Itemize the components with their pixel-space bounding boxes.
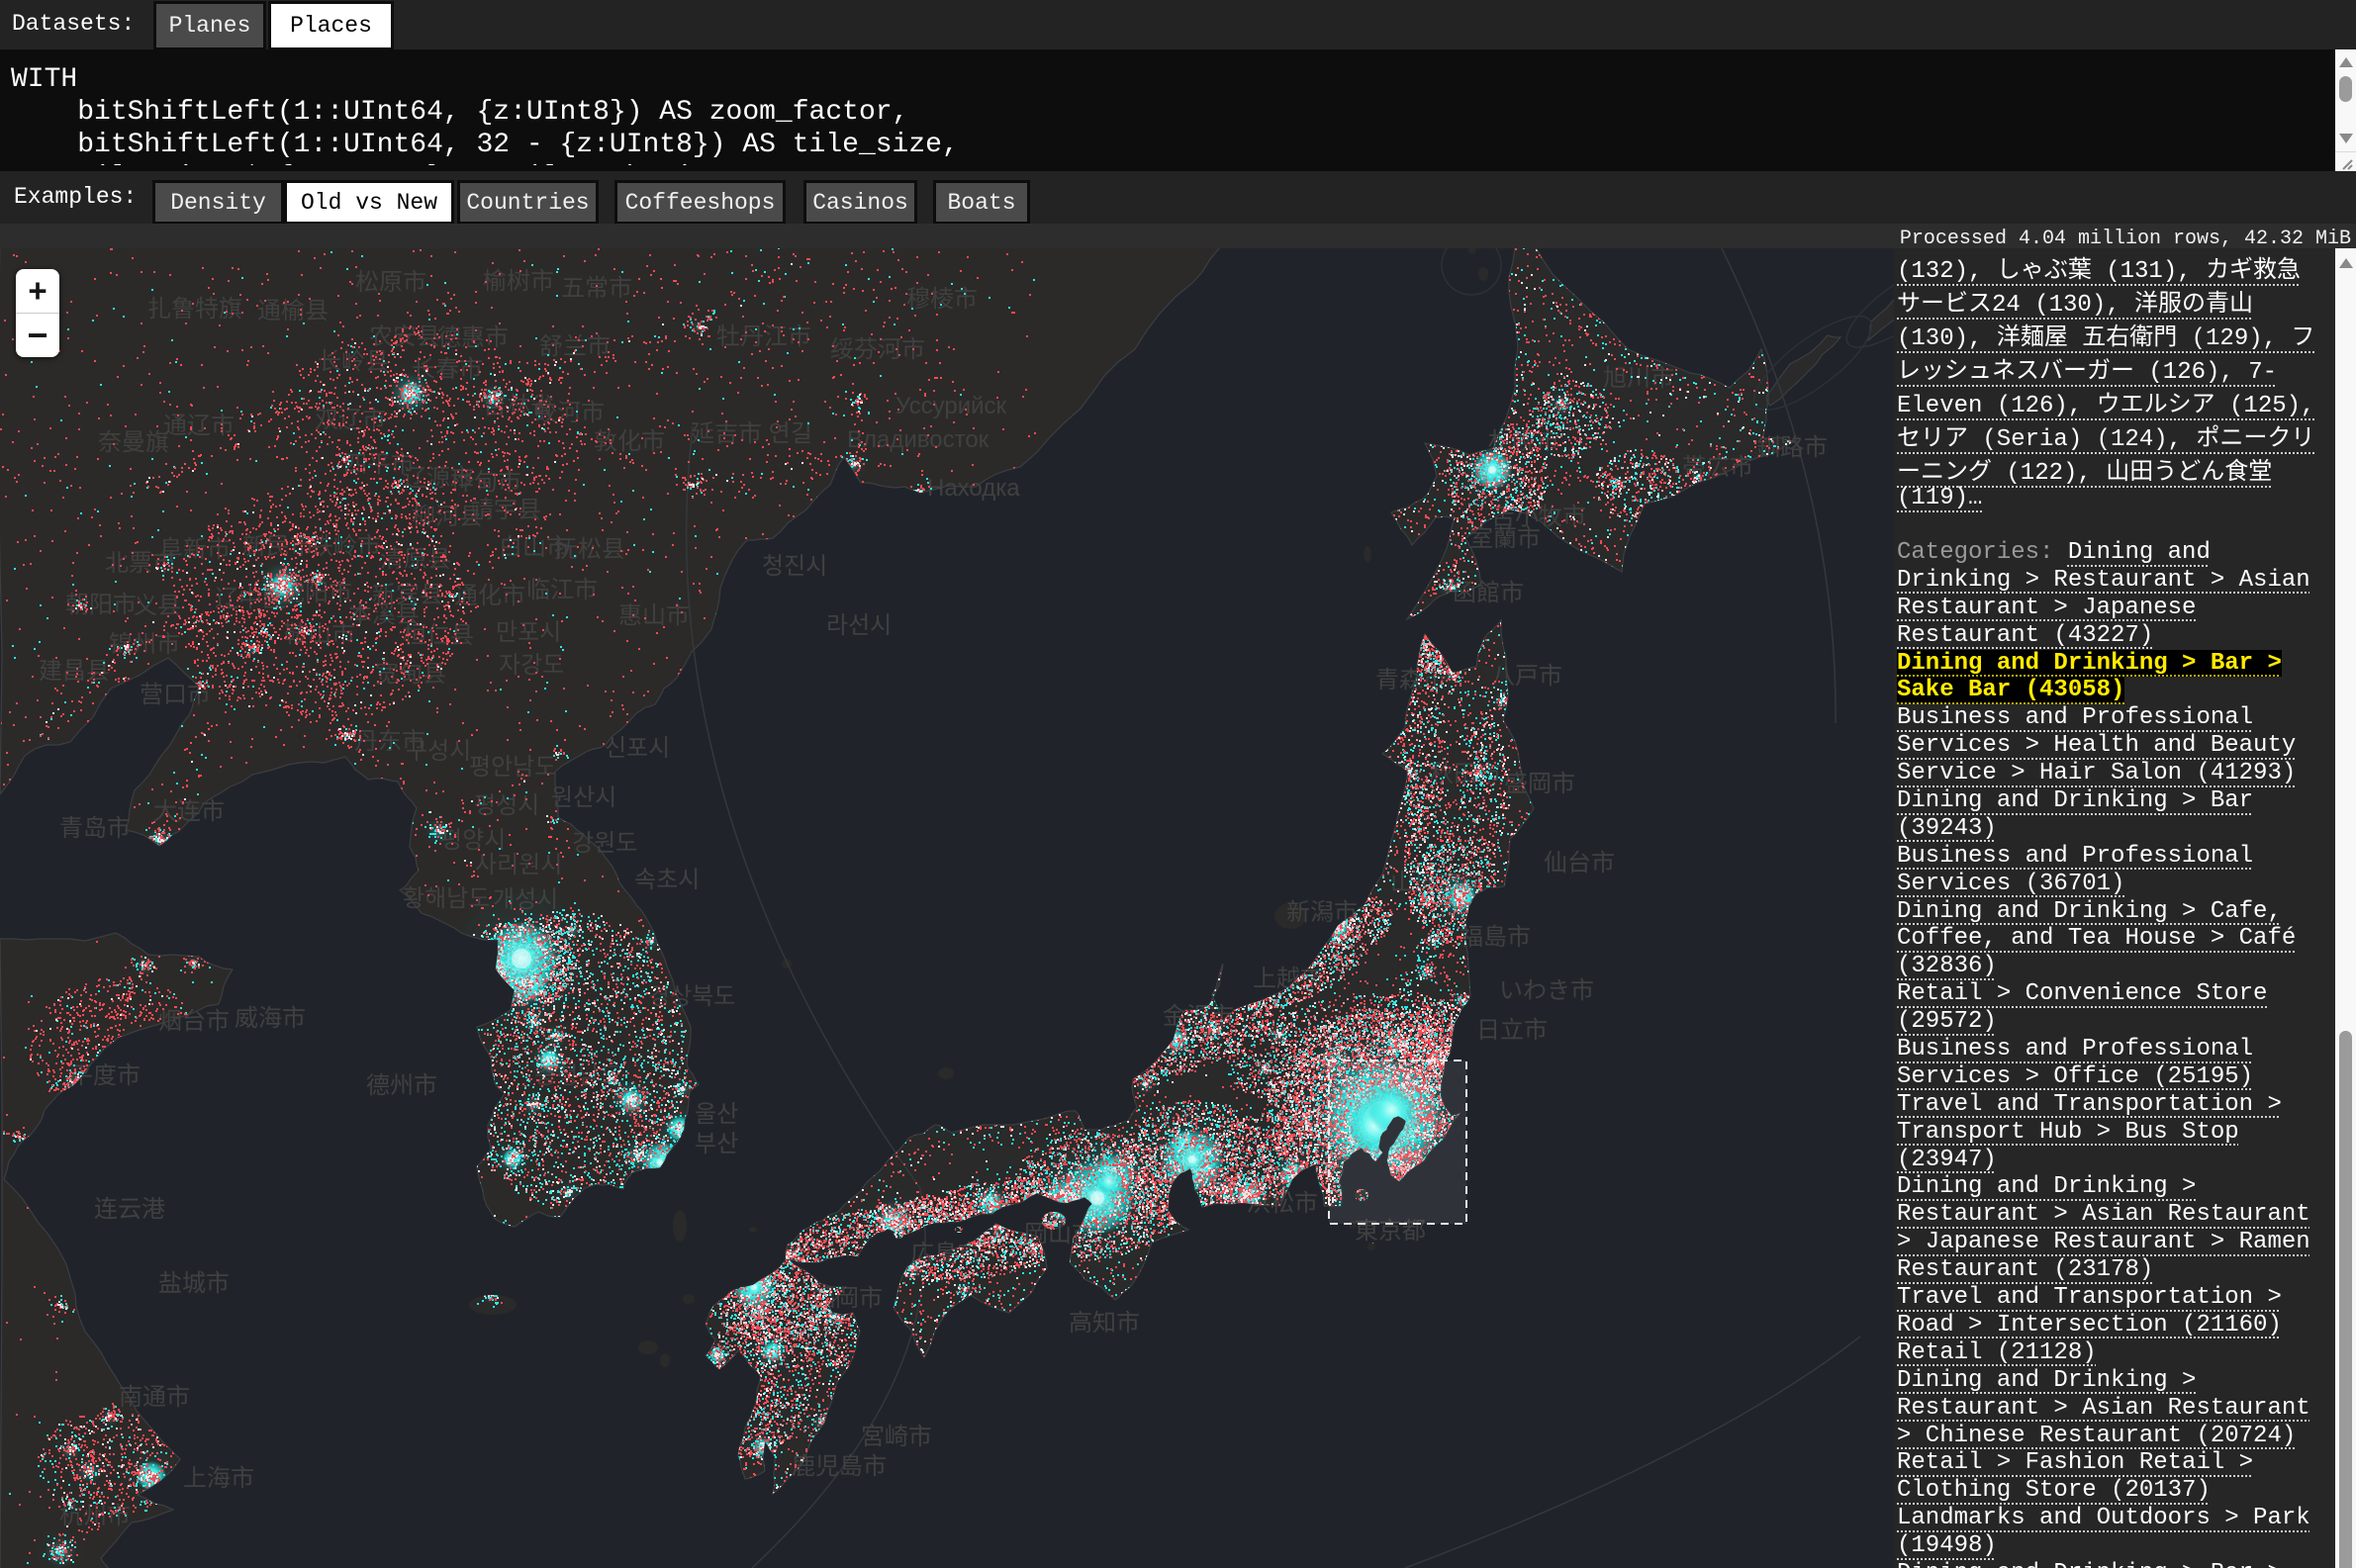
svg-text:鹿児島市: 鹿児島市 [792,1453,887,1480]
svg-text:宮崎市: 宮崎市 [861,1424,932,1450]
svg-text:德州市: 德州市 [366,1072,437,1099]
svg-text:穆棱市: 穆棱市 [906,286,978,313]
svg-text:通化市: 通化市 [454,583,525,609]
svg-text:通辽市: 通辽市 [163,413,235,439]
svg-text:Уссурийск: Уссурийск [895,393,1007,419]
svg-text:绥芬河市: 绥芬河市 [830,336,925,363]
svg-text:敦化市: 敦化市 [594,428,665,455]
svg-text:朝阳市: 朝阳市 [65,592,137,618]
svg-text:锦州市: 锦州市 [109,631,180,658]
svg-text:釧路市: 釧路市 [1756,434,1828,461]
svg-text:만포시: 만포시 [496,619,561,646]
svg-text:라선시: 라선시 [826,612,892,639]
svg-text:上海市: 上海市 [183,1465,254,1492]
svg-text:扎鲁特旗: 扎鲁特旗 [147,296,242,323]
svg-text:临江市: 临江市 [526,577,598,603]
svg-text:延吉市 연길: 延吉市 연길 [691,420,812,447]
svg-text:福島市: 福島市 [1460,924,1531,951]
svg-text:德惠市: 德惠市 [437,324,509,351]
svg-text:青岛市: 青岛市 [59,815,131,842]
svg-text:建昌县: 建昌县 [39,658,110,685]
svg-text:Владивосток: Владивосток [847,426,990,453]
svg-text:盐城市: 盐城市 [158,1270,230,1297]
svg-text:강원도: 강원도 [572,830,637,857]
svg-text:仙台市: 仙台市 [1544,850,1615,876]
svg-text:通榆县: 通榆县 [257,298,329,324]
svg-text:牡丹江市: 牡丹江市 [716,323,811,350]
svg-text:旭川市: 旭川市 [1603,365,1674,392]
svg-text:신포시: 신포시 [605,735,670,762]
svg-text:桓仁县: 桓仁县 [403,622,474,649]
svg-text:农安县: 农安县 [369,323,440,350]
svg-text:室蘭市: 室蘭市 [1469,525,1541,552]
svg-text:속초시: 속초시 [634,867,700,893]
svg-text:부산: 부산 [695,1131,738,1157]
svg-text:원산시: 원산시 [551,784,616,811]
svg-text:盛岡市: 盛岡市 [1504,771,1575,797]
svg-text:惠山市: 惠山市 [618,602,690,629]
svg-text:北票市: 北票市 [105,550,176,577]
svg-text:八戸市: 八戸市 [1491,663,1562,690]
svg-text:자강도: 자강도 [499,652,564,679]
svg-text:松原市: 松原市 [355,269,426,296]
svg-text:奈曼旗: 奈曼旗 [98,429,169,456]
svg-text:南通市: 南通市 [119,1384,190,1411]
svg-text:连云港: 连云港 [94,1196,165,1223]
svg-text:평성시: 평성시 [474,792,539,819]
svg-text:日立市: 日立市 [1476,1017,1548,1044]
svg-text:五常市: 五常市 [561,275,632,302]
svg-text:구성시: 구성시 [406,738,471,765]
svg-text:청진시: 청진시 [762,553,827,580]
svg-text:高知市: 高知市 [1069,1310,1140,1337]
svg-text:사리원시: 사리원시 [475,852,562,878]
svg-text:威海市: 威海市 [235,1005,306,1032]
svg-text:榆树市: 榆树市 [483,268,554,295]
svg-text:义县: 义县 [134,593,181,619]
svg-text:いわき市: いわき市 [1499,977,1594,1004]
svg-text:柳河县: 柳河县 [412,504,483,530]
svg-text:烟台市: 烟台市 [158,1008,230,1035]
svg-text:Находка: Находка [927,475,1020,502]
svg-text:평안남도: 평안남도 [469,754,556,781]
svg-text:抚松县: 抚松县 [554,536,625,563]
svg-text:울산: 울산 [695,1101,738,1128]
